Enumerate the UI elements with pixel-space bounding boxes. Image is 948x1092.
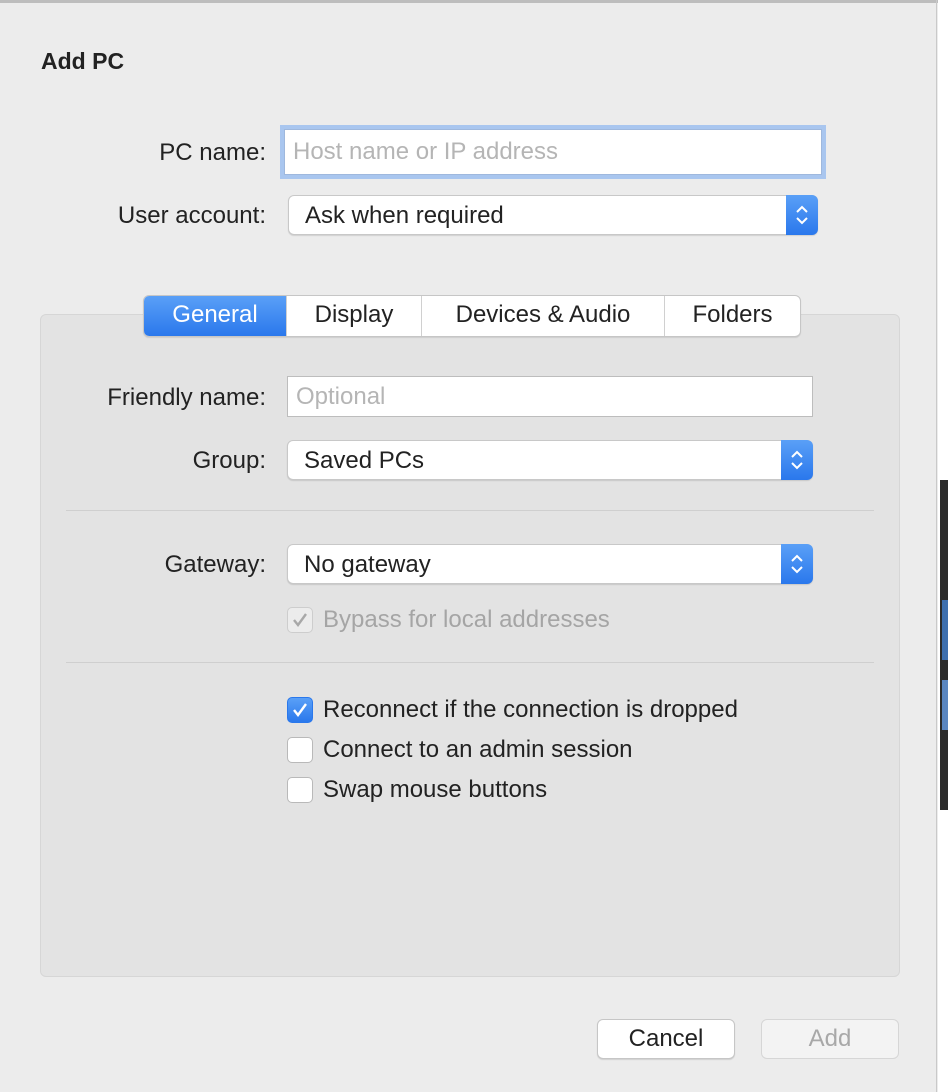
background-window-strip — [940, 480, 948, 810]
window-right-border — [936, 0, 937, 1092]
tab-folders[interactable]: Folders — [665, 296, 800, 336]
tab-general[interactable]: General — [144, 296, 287, 336]
friendly-name-input[interactable] — [287, 376, 813, 417]
tab-display[interactable]: Display — [287, 296, 422, 336]
group-label: Group: — [192, 447, 266, 474]
user-account-label: User account: — [117, 202, 266, 229]
cancel-button[interactable]: Cancel — [597, 1019, 735, 1059]
gateway-value: No gateway — [304, 551, 431, 578]
tab-bar: General Display Devices & Audio Folders — [143, 295, 801, 337]
pc-name-input[interactable] — [284, 129, 822, 175]
group-select[interactable]: Saved PCs — [287, 440, 813, 480]
dialog-title: Add PC — [41, 48, 125, 74]
bypass-local-checkbox — [287, 607, 313, 633]
select-stepper-icon — [786, 195, 818, 235]
gateway-label: Gateway: — [164, 551, 266, 578]
add-button[interactable]: Add — [761, 1019, 899, 1059]
separator — [66, 662, 874, 663]
admin-session-label[interactable]: Connect to an admin session — [323, 736, 633, 764]
reconnect-row[interactable]: Reconnect if the connection is dropped — [287, 696, 738, 724]
background-highlight — [942, 600, 948, 660]
background-window-edge — [938, 0, 948, 1092]
reconnect-checkbox[interactable] — [287, 697, 313, 723]
admin-session-row[interactable]: Connect to an admin session — [287, 736, 633, 764]
reconnect-label[interactable]: Reconnect if the connection is dropped — [323, 696, 738, 724]
swap-mouse-row[interactable]: Swap mouse buttons — [287, 776, 547, 804]
gateway-select[interactable]: No gateway — [287, 544, 813, 584]
window-top-border — [0, 0, 940, 3]
user-account-value: Ask when required — [305, 202, 504, 229]
swap-mouse-label[interactable]: Swap mouse buttons — [323, 776, 547, 804]
bypass-local-row: Bypass for local addresses — [287, 606, 610, 634]
select-stepper-icon — [781, 440, 813, 480]
friendly-name-label: Friendly name: — [107, 384, 266, 411]
select-stepper-icon — [781, 544, 813, 584]
user-account-select[interactable]: Ask when required — [288, 195, 818, 235]
tab-devices-audio[interactable]: Devices & Audio — [422, 296, 665, 336]
background-highlight — [942, 680, 948, 730]
pc-name-label: PC name: — [159, 139, 266, 166]
swap-mouse-checkbox[interactable] — [287, 777, 313, 803]
separator — [66, 510, 874, 511]
bypass-local-label: Bypass for local addresses — [323, 606, 610, 633]
group-value: Saved PCs — [304, 447, 425, 474]
admin-session-checkbox[interactable] — [287, 737, 313, 763]
